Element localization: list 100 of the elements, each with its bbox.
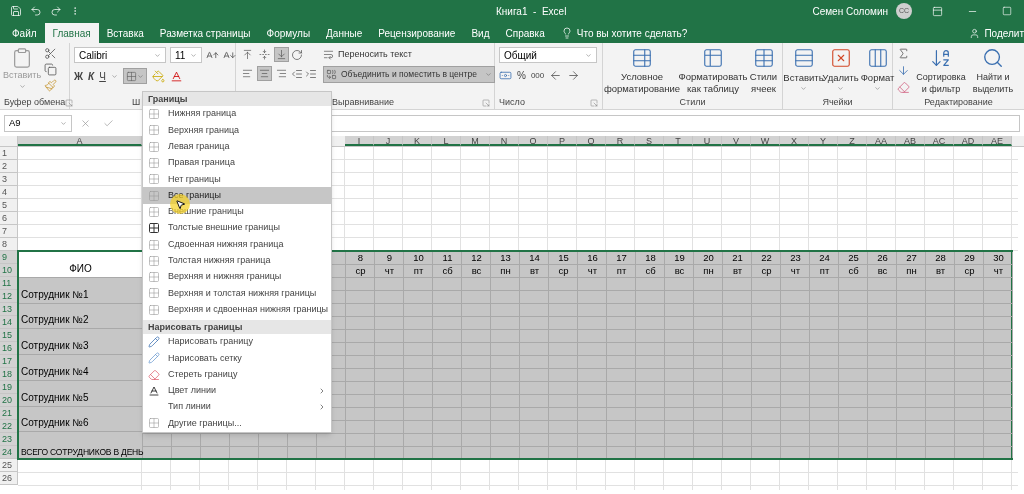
row-header[interactable]: 25: [0, 459, 18, 472]
column-header[interactable]: Y: [809, 136, 838, 146]
fill-color-icon[interactable]: [151, 69, 165, 83]
row-header[interactable]: 24: [0, 446, 18, 459]
save-icon[interactable]: [10, 5, 22, 17]
font-size-field[interactable]: 11: [170, 47, 202, 63]
column-header[interactable]: A: [18, 136, 142, 146]
row-header[interactable]: 16: [0, 342, 18, 355]
column-header[interactable]: P: [548, 136, 577, 146]
row-header[interactable]: 18: [0, 368, 18, 381]
menu-item[interactable]: Цвет линии: [143, 382, 331, 400]
column-header[interactable]: U: [693, 136, 722, 146]
row-header[interactable]: 21: [0, 407, 18, 420]
thousands-button[interactable]: 000: [530, 69, 545, 82]
column-header[interactable]: T: [664, 136, 693, 146]
copy-icon[interactable]: [44, 63, 57, 76]
bottom-align-button[interactable]: [274, 47, 289, 62]
ribbon-tab[interactable]: Данные: [318, 23, 371, 43]
row-header[interactable]: 8: [0, 238, 18, 251]
ribbon-tab[interactable]: Вид: [463, 23, 498, 43]
menu-item[interactable]: Верхняя граница: [143, 122, 331, 139]
ribbon-tab[interactable]: Разметка страницы: [151, 23, 259, 43]
column-header[interactable]: X: [780, 136, 809, 146]
row-header[interactable]: 7: [0, 225, 18, 238]
row-header[interactable]: 3: [0, 173, 18, 186]
row-header[interactable]: 2: [0, 160, 18, 173]
column-header[interactable]: I: [345, 136, 374, 146]
column-header[interactable]: K: [403, 136, 432, 146]
row-header[interactable]: 26: [0, 472, 18, 485]
dialog-launcher-icon[interactable]: [590, 98, 598, 107]
row-header[interactable]: 14: [0, 316, 18, 329]
row-header[interactable]: 23: [0, 433, 18, 446]
row-header[interactable]: 9: [0, 251, 18, 264]
ribbon-tab[interactable]: Справка: [497, 23, 553, 43]
column-header[interactable]: V: [722, 136, 751, 146]
column-header[interactable]: J: [374, 136, 403, 146]
percent-button[interactable]: %: [517, 68, 526, 83]
styles-button[interactable]: Форматировать как таблицу: [681, 47, 745, 96]
increase-decimal-icon[interactable]: [549, 69, 563, 82]
italic-button[interactable]: К: [88, 68, 95, 84]
menu-item[interactable]: Верхняя и нижняя границы: [143, 268, 331, 286]
ribbon-tab[interactable]: Файл: [4, 23, 45, 43]
column-header[interactable]: R: [606, 136, 635, 146]
row-header[interactable]: 10: [0, 264, 18, 277]
menu-item[interactable]: Нижняя граница: [143, 106, 331, 123]
column-header[interactable]: O: [519, 136, 548, 146]
menu-item[interactable]: Нарисовать границу: [143, 333, 331, 351]
ribbon-tab[interactable]: Формулы: [258, 23, 319, 43]
row-header[interactable]: 5: [0, 199, 18, 212]
menu-item[interactable]: Толстые внешние границы: [143, 220, 331, 237]
styles-button[interactable]: Стили ячеек: [749, 47, 778, 96]
middle-align-button[interactable]: [257, 47, 272, 62]
column-header[interactable]: Z: [838, 136, 867, 146]
wrap-text-button[interactable]: Переносить текст: [323, 47, 412, 62]
undo-icon[interactable]: [30, 5, 42, 17]
tell-me-field[interactable]: Что вы хотите сделать?: [560, 23, 688, 43]
menu-item[interactable]: Сдвоенная нижняя граница: [143, 236, 331, 253]
row-header[interactable]: 1: [0, 147, 18, 160]
bold-button[interactable]: Ж: [74, 68, 84, 84]
row-header[interactable]: 11: [0, 277, 18, 290]
menu-item[interactable]: Тип линии: [143, 399, 331, 416]
name-box[interactable]: A9: [4, 114, 72, 132]
fill-down-icon[interactable]: [897, 64, 910, 77]
row-header[interactable]: 13: [0, 303, 18, 316]
menu-item[interactable]: Левая граница: [143, 138, 331, 155]
restore-icon[interactable]: [1002, 6, 1012, 16]
cancel-icon[interactable]: [80, 117, 91, 129]
currency-icon[interactable]: [499, 69, 512, 82]
share-button[interactable]: Поделит: [969, 23, 1024, 43]
underline-button[interactable]: Ч: [99, 68, 106, 84]
paintbrush-icon[interactable]: [44, 79, 57, 92]
font-name-field[interactable]: Calibri: [74, 47, 166, 63]
center-align-button[interactable]: [257, 66, 272, 81]
redo-icon[interactable]: [50, 5, 62, 17]
decrease-decimal-icon[interactable]: [567, 69, 581, 82]
borders-button[interactable]: [122, 68, 147, 84]
column-header[interactable]: L: [432, 136, 461, 146]
sum-icon[interactable]: [897, 47, 910, 60]
row-header[interactable]: 22: [0, 420, 18, 433]
ribbon-options-icon[interactable]: [932, 5, 943, 17]
ribbon-tab[interactable]: Вставка: [98, 23, 152, 43]
dialog-launcher-icon[interactable]: [65, 98, 74, 107]
cells-button[interactable]: Удалить: [824, 47, 857, 96]
indent-increase-icon[interactable]: [305, 67, 317, 80]
row-header[interactable]: 17: [0, 355, 18, 368]
row-header[interactable]: 4: [0, 186, 18, 199]
row-header[interactable]: 19: [0, 381, 18, 394]
dialog-launcher-icon[interactable]: [482, 98, 490, 107]
menu-item[interactable]: Правая граница: [143, 154, 331, 172]
row-header[interactable]: 12: [0, 290, 18, 303]
column-header[interactable]: S: [635, 136, 664, 146]
font-color-icon[interactable]: [169, 69, 183, 83]
cells-button[interactable]: Формат: [861, 47, 894, 96]
menu-item[interactable]: Толстая нижняя граница: [143, 252, 331, 269]
find-select-button[interactable]: Найти и выделить: [972, 47, 1014, 96]
row-header[interactable]: 20: [0, 394, 18, 407]
number-format-field[interactable]: Общий: [499, 47, 597, 63]
merge-center-button[interactable]: Объединить и поместить в центре: [323, 66, 495, 83]
indent-decrease-icon[interactable]: [291, 67, 303, 80]
menu-item[interactable]: Нет границы: [143, 171, 331, 188]
